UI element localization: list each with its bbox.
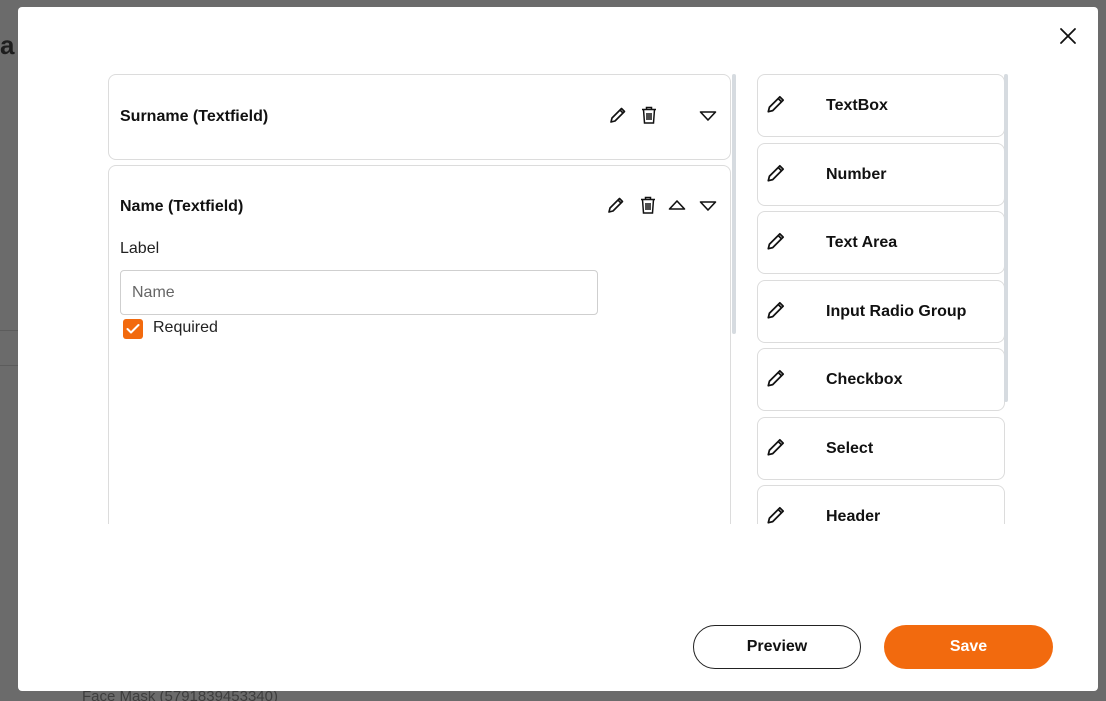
form-builder-modal: Surname (Textfield) Name (Textfield) Lab… (18, 7, 1098, 691)
pencil-icon (767, 232, 785, 250)
edit-field-button[interactable] (607, 104, 629, 126)
chevron-down-icon[interactable] (699, 110, 717, 122)
palette-item-label: Select (826, 440, 874, 457)
move-down-button[interactable] (697, 105, 719, 127)
trash-icon[interactable] (639, 195, 657, 215)
palette-item-label: Number (826, 166, 887, 183)
field-card-surname: Surname (Textfield) (108, 74, 731, 160)
required-checkbox[interactable] (123, 319, 143, 339)
pencil-icon (767, 506, 785, 524)
close-button[interactable] (1058, 26, 1078, 46)
fields-scrollbar[interactable] (732, 74, 736, 334)
pencil-icon (767, 438, 785, 456)
palette-item-select[interactable]: Select (757, 417, 1005, 480)
background-heading: a (0, 30, 15, 60)
field-title: Name (Textfield) (120, 198, 244, 215)
pencil-icon (767, 369, 785, 387)
palette-item-input-radio-group[interactable]: Input Radio Group (757, 280, 1005, 343)
pencil-icon[interactable] (606, 195, 626, 215)
pencil-icon (767, 95, 785, 113)
delete-field-button[interactable] (638, 104, 660, 126)
move-up-button[interactable] (666, 194, 688, 216)
palette-item-label: Text Area (826, 234, 898, 251)
palette-item-label: Header (826, 508, 881, 524)
palette-item-label: TextBox (826, 97, 888, 114)
delete-field-button[interactable] (637, 194, 659, 216)
palette-item-number[interactable]: Number (757, 143, 1005, 206)
required-label: Required (153, 319, 218, 336)
background-divider (0, 365, 18, 366)
palette-item-header[interactable]: Header (757, 485, 1005, 524)
palette-item-label: Input Radio Group (826, 303, 967, 320)
label-input[interactable] (120, 270, 598, 315)
edit-field-button[interactable] (605, 194, 627, 216)
component-palette: TextBox Number Text Area Input Radio Gro… (757, 74, 1007, 524)
palette-item-checkbox[interactable]: Checkbox (757, 348, 1005, 411)
trash-icon[interactable] (640, 105, 658, 125)
chevron-down-icon[interactable] (699, 200, 717, 212)
checkmark-icon (126, 324, 140, 334)
move-down-button[interactable] (697, 195, 719, 217)
close-icon[interactable] (1059, 27, 1077, 45)
palette-scrollbar[interactable] (1004, 74, 1008, 402)
field-title: Surname (Textfield) (120, 108, 269, 125)
pencil-icon[interactable] (608, 105, 628, 125)
background-divider (0, 330, 18, 331)
pencil-icon (767, 164, 785, 182)
label-caption: Label (120, 240, 160, 257)
preview-button[interactable]: Preview (693, 625, 861, 669)
chevron-up-icon[interactable] (668, 199, 686, 211)
pencil-icon (767, 301, 785, 319)
field-card-name: Name (Textfield) Label Name Required (108, 165, 731, 524)
form-fields-list: Surname (Textfield) Name (Textfield) Lab… (108, 74, 734, 524)
palette-item-label: Checkbox (826, 371, 903, 388)
palette-item-text-area[interactable]: Text Area (757, 211, 1005, 274)
palette-item-textbox[interactable]: TextBox (757, 74, 1005, 137)
save-button[interactable]: Save (884, 625, 1053, 669)
